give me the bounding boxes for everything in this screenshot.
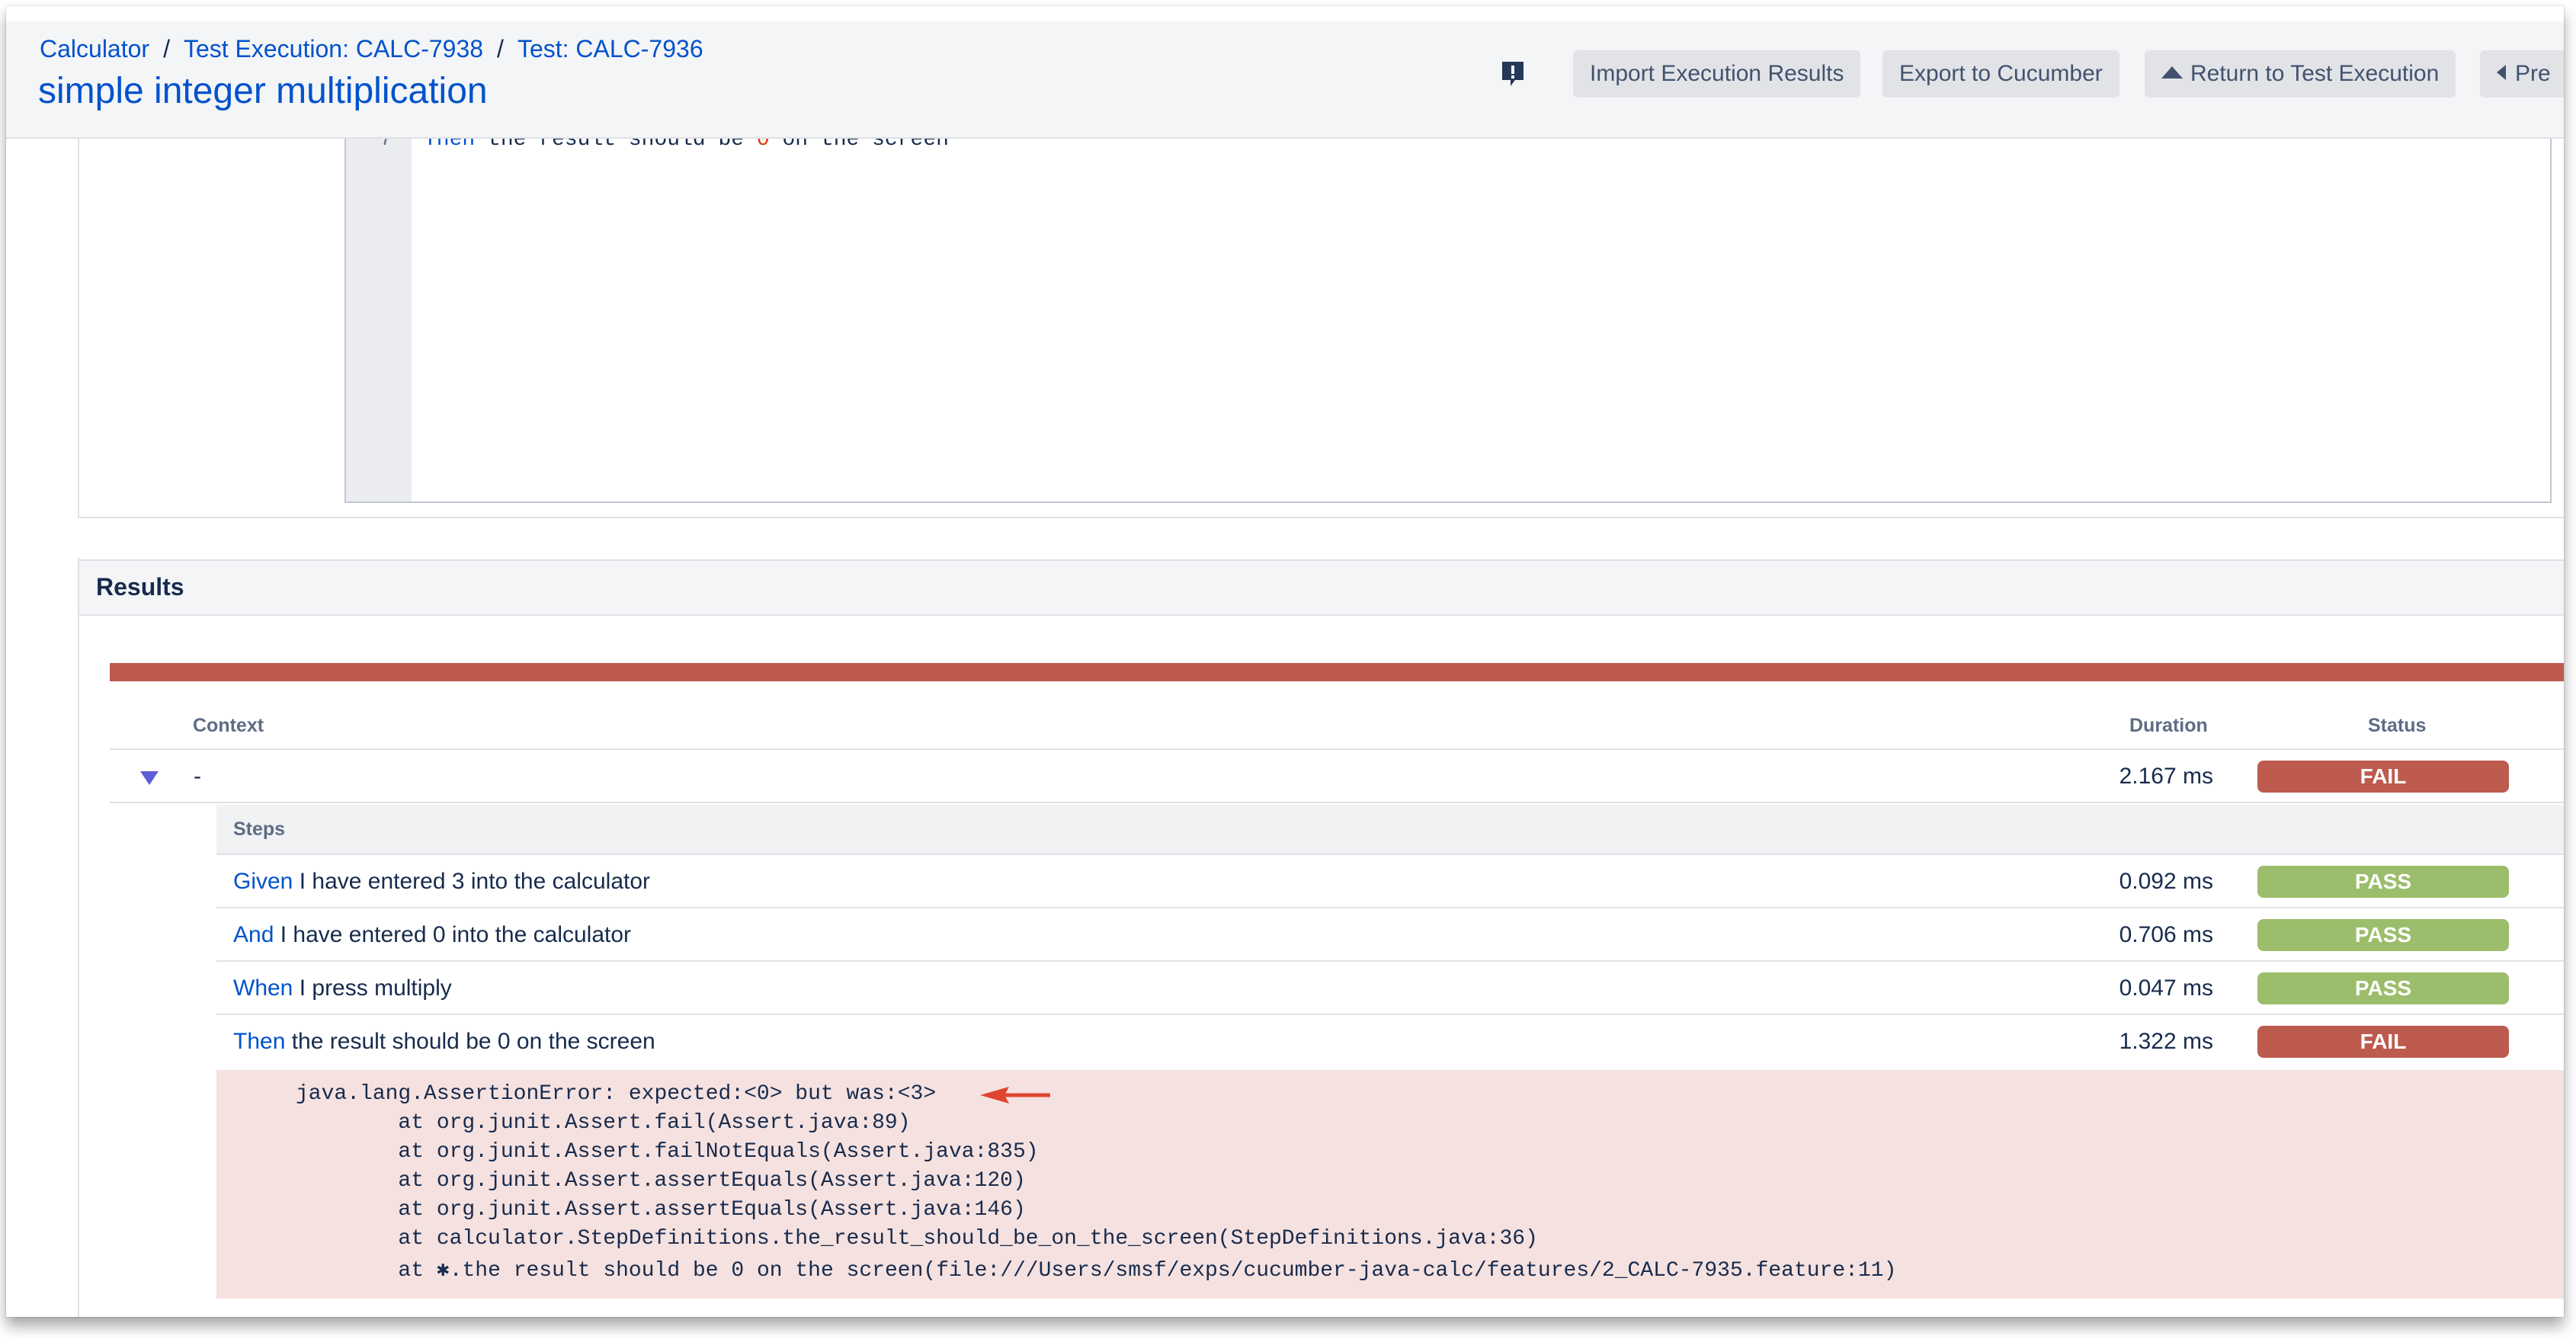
step-description: the result should be 0 on the screen (285, 1029, 655, 1054)
error-line: at org.junit.Assert.fail(Assert.java:89) (296, 1111, 911, 1135)
step-text: Given I have entered 3 into the calculat… (233, 869, 650, 895)
error-line: java.lang.AssertionError: expected:<0> b… (296, 1082, 937, 1106)
breadcrumb-separator: / (497, 35, 504, 62)
results-header: Results (79, 559, 2564, 616)
return-to-test-execution-button[interactable]: Return to Test Execution (2145, 50, 2456, 98)
import-execution-results-button[interactable]: Import Execution Results (1573, 50, 1861, 98)
step-keyword: Then (233, 1029, 286, 1054)
context-row[interactable]: - 2.167 ms FAIL (110, 750, 2564, 803)
error-line: at org.junit.Assert.assertEquals(Assert.… (296, 1169, 1026, 1193)
step-row: When I press multiply 0.047 ms PASS (216, 962, 2564, 1015)
caret-left-icon (2497, 65, 2506, 81)
step-duration: 1.322 ms (2119, 1029, 2213, 1054)
status-badge: FAIL (2257, 1026, 2509, 1058)
caret-up-icon (2161, 66, 2183, 79)
gherkin-editor[interactable]: 7 Then the result should be 0 on the scr… (344, 128, 2552, 503)
step-keyword: When (233, 975, 293, 1001)
export-to-cucumber-button[interactable]: Export to Cucumber (1882, 50, 2119, 98)
error-stacktrace: java.lang.AssertionError: expected:<0> b… (216, 1070, 2564, 1299)
steps-header: Steps (216, 805, 2564, 855)
breadcrumb: Calculator / Test Execution: CALC-7938 / Tes… (40, 35, 703, 63)
status-badge: PASS (2257, 866, 2509, 898)
step-text: And I have entered 0 into the calculator (233, 922, 631, 948)
error-line: at org.junit.Assert.failNotEquals(Assert… (296, 1140, 1039, 1164)
test-run-page: 7 Then the result should be 0 on the scr… (6, 6, 2564, 1317)
column-context: Context (193, 715, 264, 736)
overall-status-bar (110, 663, 2564, 681)
annotation-arrow-icon (979, 1085, 1052, 1109)
error-line: at calculator.StepDefinitions.the_result… (296, 1227, 1538, 1251)
feedback-icon[interactable] (1500, 59, 1526, 90)
error-line: at org.junit.Assert.assertEquals(Assert.… (296, 1198, 1026, 1222)
step-keyword: And (233, 922, 274, 947)
error-line: at ✱.the result should be 0 on the scree… (296, 1259, 1897, 1283)
step-description: I have entered 0 into the calculator (274, 922, 632, 947)
step-text: When I press multiply (233, 975, 452, 1001)
previous-button[interactable]: Pre (2480, 50, 2564, 98)
page-header: Calculator / Test Execution: CALC-7938 / Tes… (6, 21, 2564, 139)
step-description: I have entered 3 into the calculator (293, 869, 651, 894)
results-title: Results (96, 573, 184, 601)
step-row: And I have entered 0 into the calculator… (216, 908, 2564, 962)
previous-label: Pre (2515, 61, 2551, 86)
step-row: Given I have entered 3 into the calculat… (216, 855, 2564, 908)
status-badge: FAIL (2257, 761, 2509, 793)
step-duration: 0.092 ms (2119, 869, 2213, 894)
status-badge: PASS (2257, 972, 2509, 1004)
step-row: Then the result should be 0 on the scree… (216, 1015, 2564, 1068)
step-description: I press multiply (293, 975, 452, 1001)
column-duration: Duration (2129, 715, 2208, 736)
step-keyword: Given (233, 869, 293, 894)
column-status: Status (2368, 715, 2427, 736)
screenshot-frame: 7 Then the result should be 0 on the scr… (6, 6, 2564, 1317)
steps-title: Steps (233, 818, 286, 840)
editor-gutter (346, 137, 412, 501)
breadcrumb-test-link[interactable]: Test: CALC-7936 (517, 35, 703, 62)
step-text: Then the result should be 0 on the scree… (233, 1029, 655, 1055)
step-duration: 0.706 ms (2119, 922, 2213, 947)
context-duration: 2.167 ms (2119, 764, 2213, 789)
status-badge: PASS (2257, 919, 2509, 951)
results-table-header: Context Duration Status (110, 706, 2564, 750)
return-label: Return to Test Execution (2190, 61, 2440, 86)
collapse-triangle-icon[interactable] (139, 770, 160, 790)
context-value: - (194, 764, 201, 789)
breadcrumb-separator: / (163, 35, 170, 62)
breadcrumb-project-link[interactable]: Calculator (40, 35, 149, 62)
step-duration: 0.047 ms (2119, 975, 2213, 1001)
page-title: simple integer multiplication (38, 71, 488, 111)
breadcrumb-execution-link[interactable]: Test Execution: CALC-7938 (184, 35, 483, 62)
